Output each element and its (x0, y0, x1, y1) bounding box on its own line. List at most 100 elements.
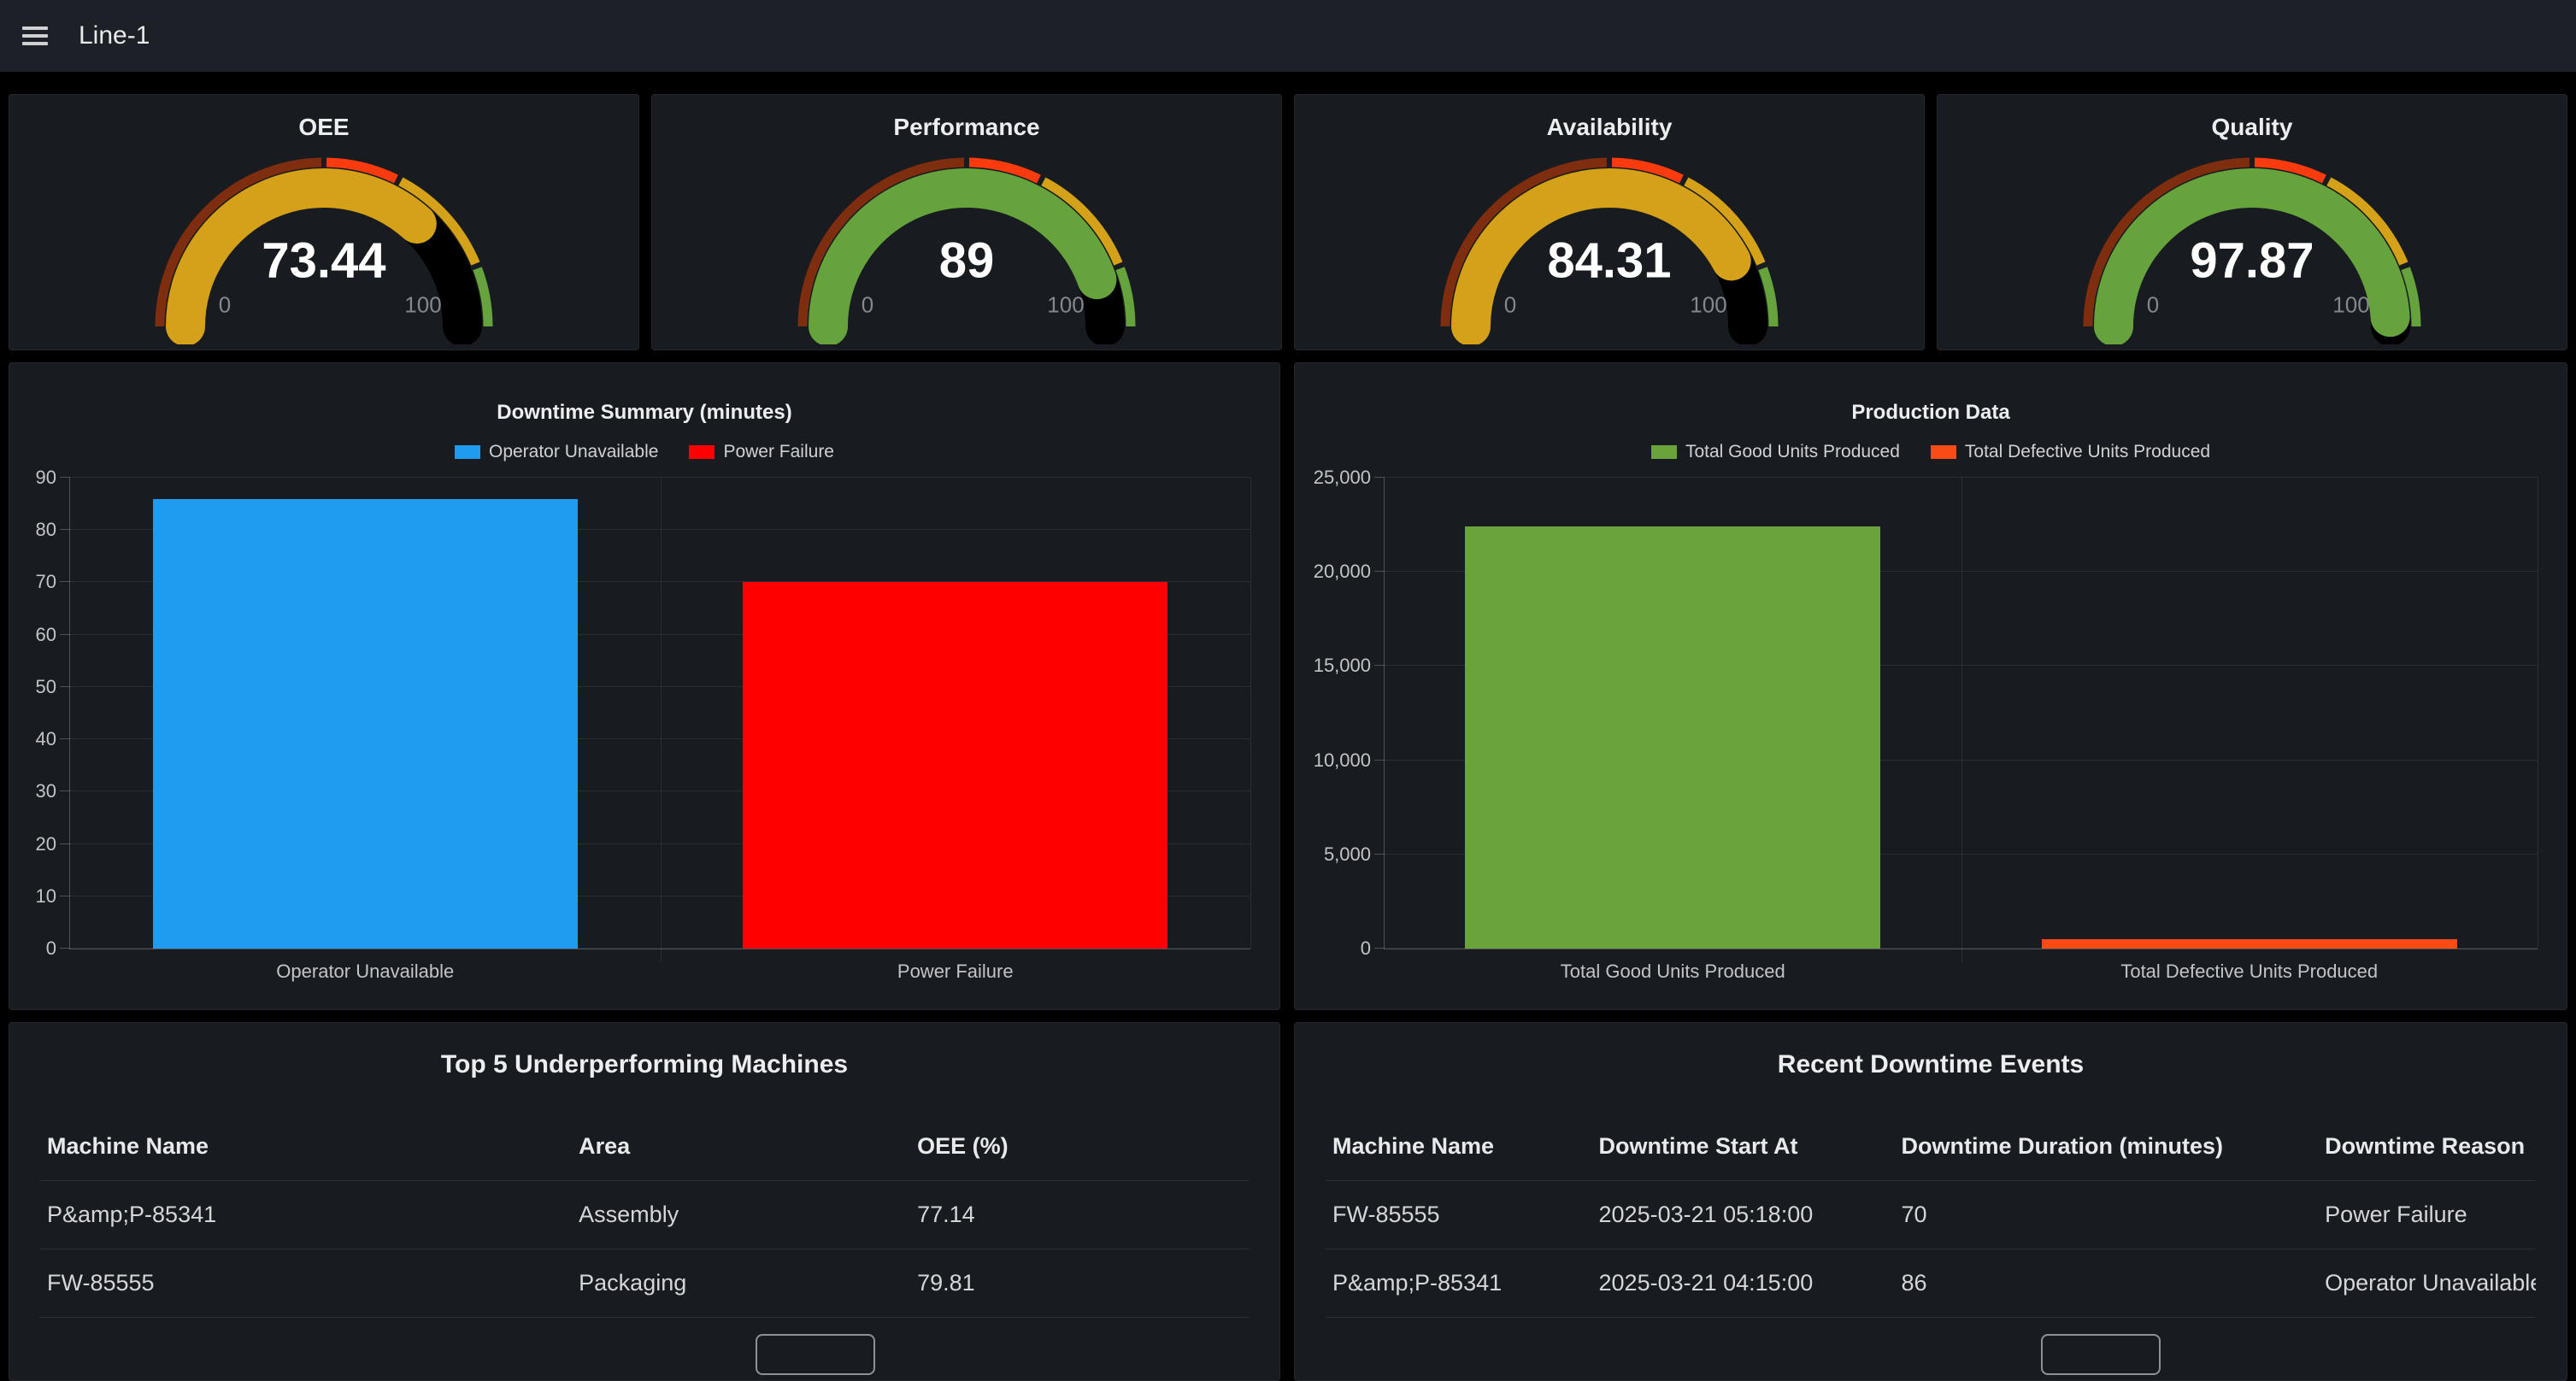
legend-item-operator-unavailable[interactable]: Operator Unavailable (455, 442, 658, 462)
gauge-max-label: 100 (2332, 292, 2369, 319)
gauge-title: OEE (9, 114, 638, 141)
panel-gauge-performance: Performance 89 0 100 (651, 94, 1282, 350)
legend-label: Operator Unavailable (489, 442, 658, 462)
gauge: 97.87 0 100 (2073, 143, 2432, 344)
gauge-title: Quality (1938, 114, 2567, 141)
gauge-min-label: 0 (219, 292, 231, 319)
table-cell: Assembly (572, 1202, 910, 1228)
legend-item-power-failure[interactable]: Power Failure (689, 442, 834, 462)
table-cell: P&amp;P-85341 (40, 1202, 572, 1228)
legend-swatch (689, 445, 715, 459)
y-tick-label: 15,000 (1314, 655, 1371, 677)
top-bar: Line-1 (0, 0, 2576, 72)
column-header-downtime-start-at[interactable]: Downtime Start At (1592, 1133, 1895, 1160)
table-header-row: Machine NameDowntime Start AtDowntime Du… (1326, 1113, 2536, 1181)
table-row: FW-855552025-03-21 05:18:0070Power Failu… (1326, 1181, 2536, 1249)
column-header-machine-name[interactable]: Machine Name (1326, 1133, 1592, 1160)
panel-gauge-quality: Quality 97.87 0 100 (1937, 94, 2567, 350)
y-tick-mark (1374, 571, 1385, 572)
y-tick-label: 60 (36, 624, 56, 646)
panel-recent-downtime-events: Recent Downtime Events Machine NameDownt… (1294, 1022, 2567, 1381)
gauge-min-label: 0 (2147, 292, 2159, 319)
y-tick-label: 30 (36, 780, 56, 802)
gauge-value: 84.31 (1547, 232, 1671, 290)
column-header-machine-name[interactable]: Machine Name (40, 1133, 572, 1160)
y-tick-mark (60, 634, 70, 635)
gauge-value: 89 (939, 232, 995, 290)
y-tick-label: 0 (46, 937, 56, 960)
legend-label: Total Defective Units Produced (1965, 442, 2210, 462)
column-header-downtime-duration-minutes[interactable]: Downtime Duration (minutes) (1895, 1133, 2319, 1160)
y-tick-mark (60, 843, 70, 844)
chart-legend: Operator Unavailable Power Failure (9, 442, 1279, 462)
chart-title: Downtime Summary (minutes) (9, 401, 1279, 425)
category-separator-gridline (661, 478, 662, 962)
gauge-max-label: 100 (404, 292, 441, 319)
y-tick-label: 90 (36, 467, 56, 489)
y-tick-label: 0 (1361, 937, 1371, 960)
table-cell: 79.81 (910, 1270, 1249, 1296)
column-header-area[interactable]: Area (572, 1133, 910, 1160)
bar-power-failure (743, 582, 1167, 949)
y-tick-mark (60, 529, 70, 530)
dashboard-title: Line-1 (79, 21, 150, 50)
table-title: Top 5 Underperforming Machines (9, 1050, 1279, 1079)
x-axis-label-operator-unavailable: Operator Unavailable (70, 961, 661, 983)
table-cell: 2025-03-21 05:18:00 (1592, 1202, 1895, 1228)
x-axis-label-total-good-units-produced: Total Good Units Produced (1385, 961, 1961, 983)
gauge-min-label: 0 (1504, 292, 1516, 319)
x-axis-label-total-defective-units-produced: Total Defective Units Produced (1961, 961, 2538, 983)
hamburger-menu-icon[interactable] (22, 26, 48, 45)
chart-plot-area: 0102030405060708090Operator UnavailableP… (69, 478, 1250, 949)
chart-title: Production Data (1295, 401, 2567, 425)
chart-legend: Total Good Units Produced Total Defective… (1295, 442, 2567, 462)
panel-gauge-oee: OEE 73.44 0 100 (9, 94, 639, 350)
table-cell: Power Failure (2318, 1202, 2536, 1228)
bar-operator-unavailable (153, 499, 578, 949)
chart-plot-area: 05,00010,00015,00020,00025,000Total Good… (1384, 478, 2538, 949)
y-tick-label: 10 (36, 885, 56, 908)
y-tick-mark (60, 477, 70, 478)
panel-gauge-availability: Availability 84.31 0 100 (1294, 94, 1925, 350)
legend-label: Total Good Units Produced (1685, 442, 1900, 462)
table: Machine NameDowntime Start AtDowntime Du… (1326, 1113, 2536, 1318)
table-cell: FW-85555 (1326, 1202, 1592, 1228)
table-header-row: Machine NameAreaOEE (%) (40, 1113, 1249, 1181)
gauge-max-label: 100 (1047, 292, 1084, 319)
table-cell: Operator Unavailable (2318, 1270, 2536, 1296)
y-tick-label: 80 (36, 519, 56, 541)
table-cell: 86 (1895, 1270, 2319, 1296)
y-tick-label: 20 (36, 833, 56, 855)
y-tick-mark (60, 790, 70, 791)
gauge-min-label: 0 (862, 292, 873, 319)
pagination-button[interactable] (756, 1334, 875, 1375)
y-tick-label: 50 (36, 676, 56, 698)
column-header-oee[interactable]: OEE (%) (910, 1133, 1249, 1160)
panel-production-data: Production Data Total Good Units Produce… (1294, 362, 2567, 1010)
table-cell: 2025-03-21 04:15:00 (1592, 1270, 1895, 1296)
table-row: FW-85555Packaging79.81 (40, 1249, 1249, 1318)
gauge: 84.31 0 100 (1430, 143, 1789, 344)
legend-item-total-defective-units-produced[interactable]: Total Defective Units Produced (1931, 442, 2210, 462)
panel-top5-underperforming-machines: Top 5 Underperforming Machines Machine N… (9, 1022, 1280, 1381)
legend-item-total-good-units-produced[interactable]: Total Good Units Produced (1651, 442, 1900, 462)
legend-swatch (1651, 445, 1677, 459)
gauge-title: Performance (652, 114, 1281, 141)
table-cell: FW-85555 (40, 1270, 572, 1296)
right-edge-gridline (1250, 478, 1251, 949)
y-tick-label: 20,000 (1314, 561, 1371, 583)
y-tick-label: 40 (36, 728, 56, 750)
pagination-button[interactable] (2041, 1334, 2161, 1375)
x-axis-label-power-failure: Power Failure (661, 961, 1251, 983)
table-cell: 77.14 (910, 1202, 1249, 1228)
y-tick-mark (1374, 854, 1385, 855)
column-header-downtime-reason[interactable]: Downtime Reason↑ (2318, 1133, 2536, 1160)
y-tick-label: 70 (36, 571, 56, 593)
y-tick-mark (60, 581, 70, 582)
panel-downtime-summary: Downtime Summary (minutes) Operator Unav… (9, 362, 1280, 1010)
gauge: 89 0 100 (787, 143, 1146, 344)
y-tick-mark (60, 686, 70, 687)
category-separator-gridline (1961, 478, 1962, 962)
y-tick-mark (60, 948, 70, 949)
gauge-value: 97.87 (2190, 232, 2314, 290)
